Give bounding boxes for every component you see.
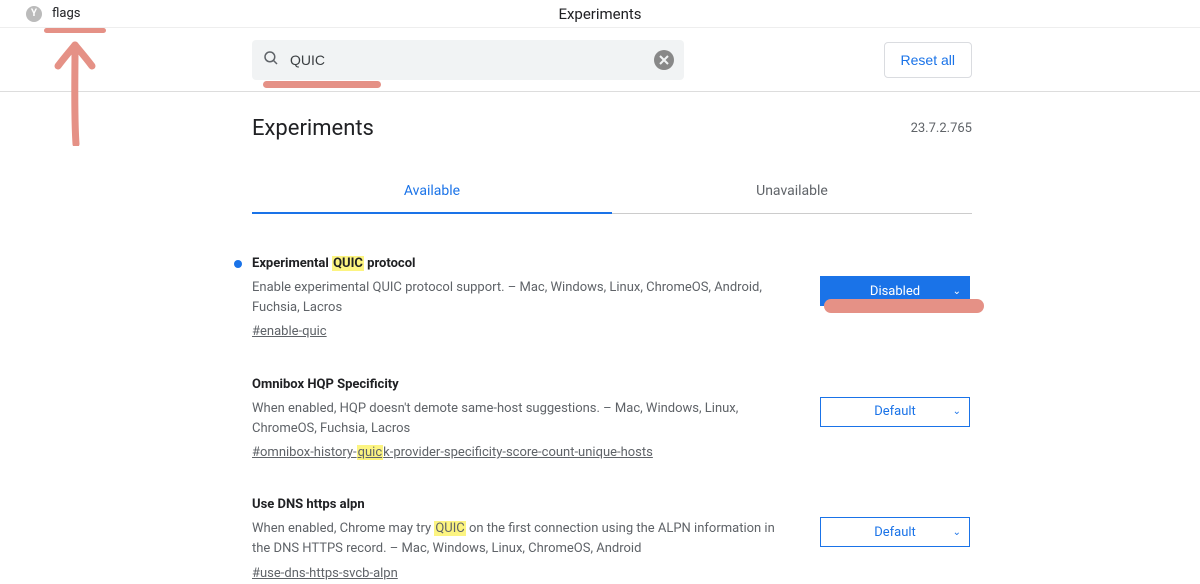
select-value: Default: [874, 525, 916, 540]
experiment-select[interactable]: Default ⌄: [820, 397, 970, 427]
highlight: quic: [357, 445, 384, 460]
experiment-hash-link[interactable]: #omnibox-history-quick-provider-specific…: [252, 443, 653, 463]
reset-all-button[interactable]: Reset all: [884, 42, 972, 78]
experiment-row: Omnibox HQP Specificity When enabled, HQ…: [252, 343, 972, 464]
chevron-down-icon: ⌄: [953, 406, 961, 417]
experiment-description: Enable experimental QUIC protocol suppor…: [252, 278, 788, 318]
highlight: QUIC: [332, 256, 364, 271]
window-header: Y flags Experiments: [0, 0, 1200, 28]
search-input[interactable]: [290, 52, 654, 68]
experiment-title: Omnibox HQP Specificity: [252, 375, 399, 395]
experiment-select[interactable]: Default ⌄: [820, 517, 970, 547]
chevron-down-icon: ⌄: [953, 527, 961, 538]
experiment-hash-link[interactable]: #use-dns-https-svcb-alpn: [252, 564, 398, 584]
experiment-description: When enabled, Chrome may try QUIC on the…: [252, 519, 788, 559]
experiment-description: When enabled, HQP doesn't demote same-ho…: [252, 399, 788, 439]
favicon-icon: Y: [26, 6, 42, 22]
search-box[interactable]: [252, 40, 684, 80]
select-value: Disabled: [870, 284, 920, 299]
experiment-row: Use DNS https alpn When enabled, Chrome …: [252, 463, 972, 584]
tab-title: flags: [52, 6, 80, 21]
select-value: Default: [874, 404, 916, 419]
experiment-title: Experimental QUIC protocol: [252, 254, 415, 274]
highlight: QUIC: [434, 521, 465, 536]
experiment-title: Use DNS https alpn: [252, 495, 365, 515]
toolbar: Reset all: [0, 28, 1200, 92]
version-text: 23.7.2.765: [911, 121, 972, 136]
experiment-select[interactable]: Disabled ⌄: [820, 276, 970, 306]
experiment-row: Experimental QUIC protocol Enable experi…: [252, 214, 972, 343]
tab-unavailable[interactable]: Unavailable: [612, 169, 972, 213]
search-icon: [262, 49, 280, 71]
page-title-header: Experiments: [558, 5, 641, 23]
experiment-hash-link[interactable]: #enable-quic: [252, 322, 327, 342]
experiments-heading: Experiments: [252, 116, 374, 141]
tabs: Available Unavailable: [252, 169, 972, 214]
clear-search-button[interactable]: [654, 50, 674, 70]
modified-indicator-icon: [234, 260, 242, 268]
tab-available[interactable]: Available: [252, 169, 612, 213]
chevron-down-icon: ⌄: [953, 286, 961, 297]
main-content: Experiments 23.7.2.765 Available Unavail…: [252, 92, 972, 584]
